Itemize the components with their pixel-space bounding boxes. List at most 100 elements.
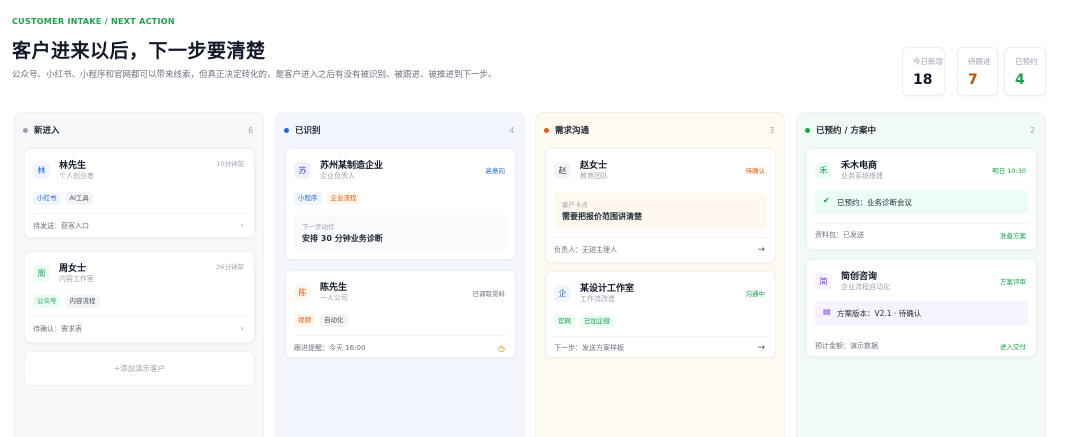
tag: 视频 [294, 314, 315, 327]
avatar: 陈 [294, 284, 311, 301]
tag: 企业流程 [326, 192, 361, 205]
footer-text: 待发送：获客入口 [33, 222, 89, 230]
appointment-time: 明日 10:30 [992, 167, 1026, 175]
card-footer: 预计金额：演示数据 进入交付 [815, 341, 1026, 351]
add-demo-lead-button[interactable]: +添加演示客户 [24, 351, 255, 386]
arrow-right-icon[interactable]: → [757, 245, 765, 255]
card-footer: 待确认：需求表 › [33, 324, 244, 334]
footer-text: 跟进提醒：今天 16:00 [294, 344, 366, 352]
lead-subtitle: 企业负责人 [320, 172, 355, 180]
lead-name: 某设计工作室 [580, 284, 635, 294]
page-subtitle: 公众号、小红书、小程序和官网都可以带来线索，但真正决定转化的，是客户进入之后有没… [12, 70, 497, 80]
arrow-right-icon[interactable]: → [757, 343, 765, 353]
box-value: 已预约：业务诊断会议 [837, 198, 912, 207]
column-booked-proposal: 已预约 / 方案中 2 禾 禾木电商 业务系统搭建 明日 10:30 ✔ 已预约… [796, 112, 1046, 437]
lead-subtitle: 业务系统搭建 [841, 172, 883, 180]
column-title: 已识别 [295, 126, 321, 136]
lead-card[interactable]: 企 某设计工作室 工作流改造 沟通中 官网 已加企微 下一步：发送方案样板 → [545, 271, 776, 358]
divider [815, 223, 1028, 224]
box-value: 需要把报价范围讲清楚 [562, 212, 642, 221]
lead-subtitle: 内容工作室 [59, 275, 94, 283]
chevron-right-icon[interactable]: › [240, 221, 244, 231]
stat-value: 4 [1015, 72, 1025, 88]
next-action-box: 下一步动作 安排 30 分钟业务诊断 [294, 215, 507, 251]
footer-text: 待确认：需求表 [33, 325, 82, 333]
column-header: 新进入 6 [23, 123, 253, 137]
lead-card[interactable]: 林 林先生 个人创业者 10分钟前 小红书 AI工具 待发送：获客入口 › [24, 148, 255, 238]
stat-label: 已预约 [1015, 57, 1038, 66]
lead-subtitle: 个人创业者 [59, 172, 94, 180]
lead-subtitle: 工作流改造 [580, 295, 615, 303]
blocker-box: 客户卡点 需要把报价范围讲清楚 [554, 193, 767, 229]
lead-name: 周女士 [59, 264, 87, 274]
status-badge: 已调取资料 [472, 290, 506, 298]
stat-value: 7 [968, 72, 978, 88]
avatar: 周 [33, 265, 50, 282]
status-badge: 方案评审 [1000, 278, 1026, 286]
card-footer: 资料包：已发送 准备方案 [815, 230, 1026, 240]
card-footer: 待发送：获客入口 › [33, 221, 244, 231]
divider [294, 335, 507, 336]
stat-label: 待跟进 [968, 57, 991, 66]
column-count: 3 [769, 125, 774, 135]
tag: 已加企微 [580, 315, 614, 328]
card-footer: 跟进提醒：今天 16:00 ◷ [294, 343, 505, 353]
column-count: 2 [1030, 125, 1035, 135]
status-dot [23, 127, 28, 133]
lead-card[interactable]: 简 简创咨询 企业流程自动化 方案评审 ▤ 方案版本：V2.1 · 待确认 预计… [806, 259, 1037, 357]
box-label: 客户卡点 [562, 201, 588, 209]
lead-card[interactable]: 禾 禾木电商 业务系统搭建 明日 10:30 ✔ 已预约：业务诊断会议 资料包：… [806, 148, 1037, 250]
avatar: 林 [33, 162, 50, 179]
avatar: 禾 [815, 162, 832, 179]
column-new: 新进入 6 林 林先生 个人创业者 10分钟前 小红书 AI工具 待发送：获客入… [14, 112, 264, 437]
card-footer: 负责人：无锐主理人 → [554, 245, 765, 255]
tag: 小程序 [294, 192, 322, 205]
enter-delivery-link[interactable]: 进入交付 [1000, 341, 1026, 351]
lead-card[interactable]: 苏 苏州某制造企业 企业负责人 高意向 小程序 企业流程 下一步动作 安排 30… [285, 148, 516, 260]
avatar: 企 [554, 285, 571, 302]
tag: 公众号 [33, 295, 61, 308]
avatar: 苏 [294, 162, 311, 179]
card-footer: 下一步：发送方案样板 → [554, 343, 765, 353]
footer-text: 资料包：已发送 [815, 231, 864, 239]
lead-name: 陈先生 [320, 283, 348, 293]
lead-subtitle: 教育团队 [580, 172, 608, 180]
divider [33, 316, 246, 317]
lead-time: 26分钟前 [216, 263, 244, 271]
divider [33, 213, 246, 214]
divider [554, 237, 767, 238]
tag: 内容流程 [65, 295, 100, 308]
stat-value: 18 [913, 72, 933, 88]
box-value: 方案版本：V2.1 · 待确认 [837, 309, 922, 318]
column-count: 4 [509, 125, 514, 135]
chevron-right-icon[interactable]: › [240, 324, 244, 334]
status-badge: 待确认 [745, 167, 766, 175]
lead-name: 禾木电商 [841, 161, 878, 171]
stat-card-booked: 已预约 4 [1004, 47, 1046, 96]
tag-list: 公众号 内容流程 [33, 295, 100, 308]
lead-card[interactable]: 赵 赵女士 教育团队 待确认 客户卡点 需要把报价范围讲清楚 负责人：无锐主理人… [545, 148, 776, 263]
prepare-proposal-link[interactable]: 准备方案 [1000, 230, 1026, 240]
avatar: 简 [815, 273, 832, 290]
tag: AI工具 [65, 192, 93, 205]
column-header: 已识别 4 [284, 123, 514, 137]
lead-subtitle: 企业流程自动化 [841, 283, 890, 291]
column-count: 6 [248, 125, 253, 135]
status-dot [544, 127, 549, 133]
page-title: 客户进来以后，下一步要清楚 [12, 40, 266, 62]
column-needs-communication: 需求沟通 3 赵 赵女士 教育团队 待确认 客户卡点 需要把报价范围讲清楚 负责… [535, 112, 785, 437]
check-icon: ✔ [823, 196, 830, 205]
lead-name: 苏州某制造企业 [320, 161, 384, 171]
lead-card[interactable]: 周 周女士 内容工作室 26分钟前 公众号 内容流程 待确认：需求表 › [24, 251, 255, 343]
box-value: 安排 30 分钟业务诊断 [302, 234, 383, 243]
status-badge: 沟通中 [745, 290, 766, 298]
lead-time: 10分钟前 [216, 160, 244, 168]
status-dot [805, 127, 810, 133]
column-title: 需求沟通 [555, 126, 590, 136]
lead-card[interactable]: 陈 陈先生 一人公司 已调取资料 视频 自动化 跟进提醒：今天 16:00 ◷ [285, 270, 516, 358]
booking-box: ✔ 已预约：业务诊断会议 [815, 190, 1028, 214]
footer-text: 预计金额：演示数据 [815, 342, 878, 350]
avatar: 赵 [554, 162, 571, 179]
lead-name: 简创咨询 [841, 272, 878, 282]
stat-card-today-new: 今日新增 18 [902, 47, 945, 96]
